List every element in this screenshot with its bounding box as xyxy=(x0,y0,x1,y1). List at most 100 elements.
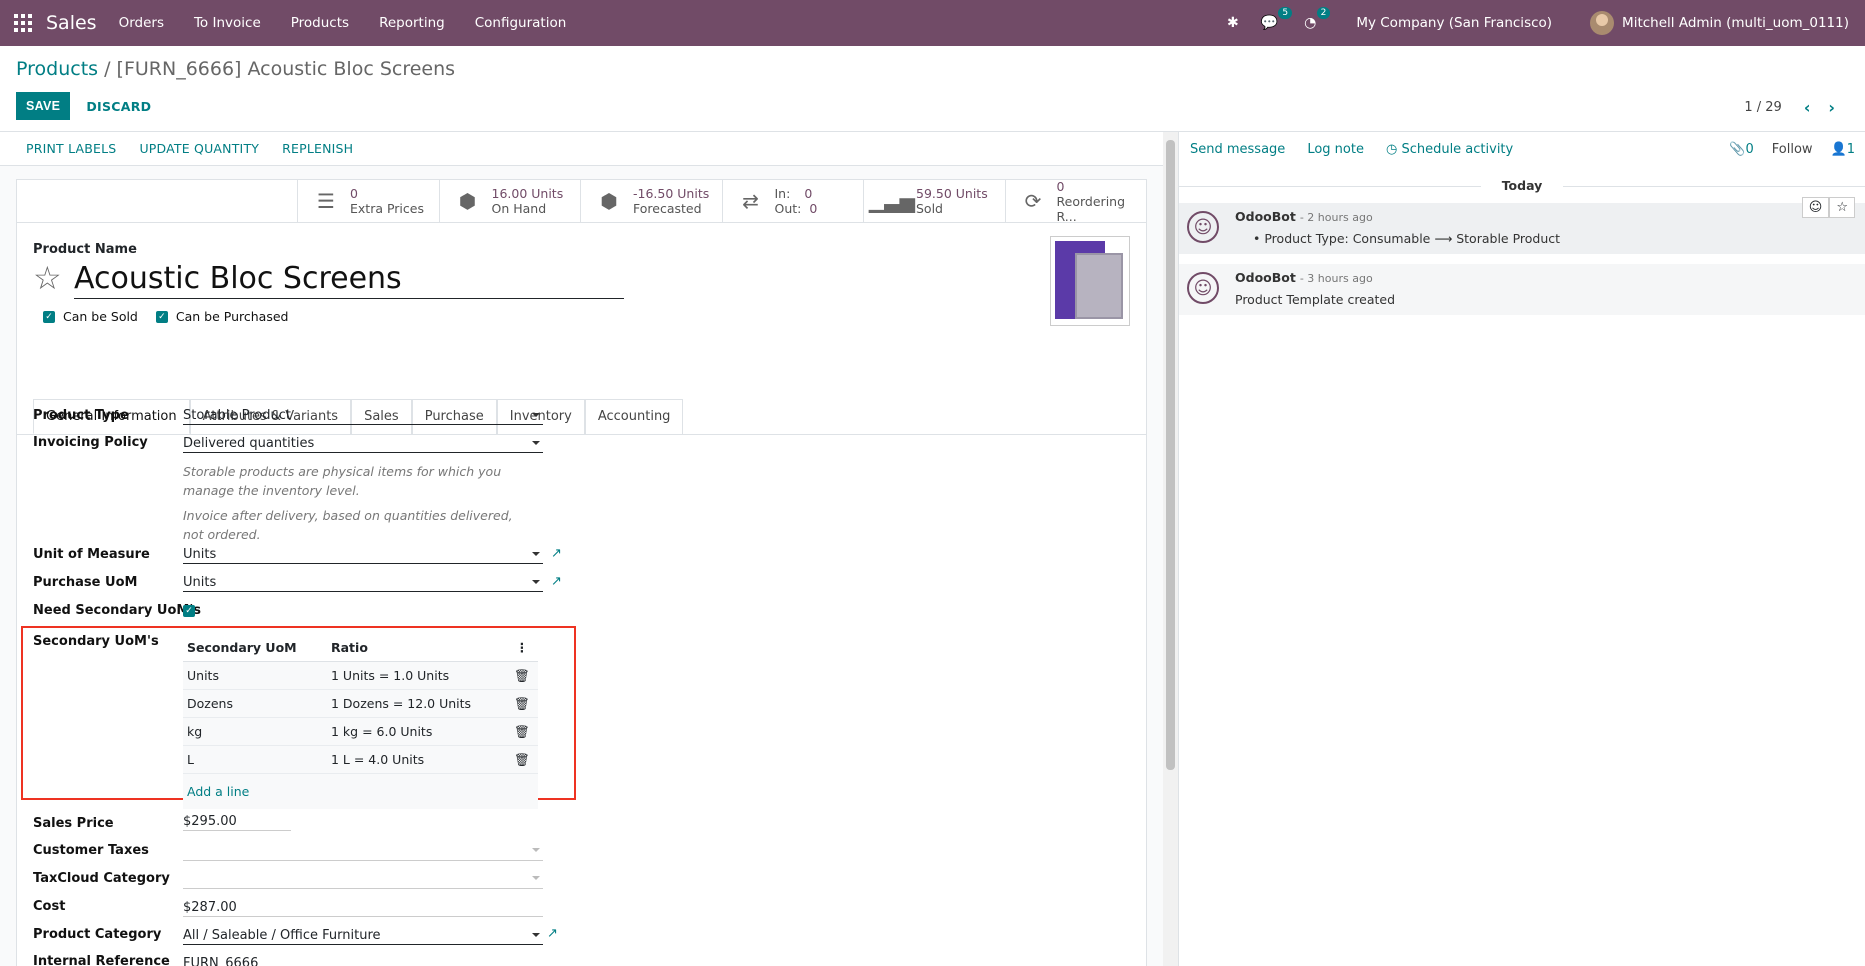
chatter-message[interactable]: ☺ OdooBot - 2 hours ago • Product Type: C… xyxy=(1179,197,1865,254)
can-be-sold-checkbox[interactable]: ✓ xyxy=(43,310,55,323)
smart-value: 0 xyxy=(809,201,818,216)
follow-button[interactable]: Follow xyxy=(1772,142,1813,157)
breadcrumb-products[interactable]: Products xyxy=(16,58,98,80)
chatter-message[interactable]: ☺ OdooBot - 3 hours ago Product Template … xyxy=(1179,264,1865,315)
message-author[interactable]: OdooBot xyxy=(1235,270,1296,285)
attachments-button[interactable]: 📎0 xyxy=(1729,142,1753,157)
update-quantity-button[interactable]: UPDATE QUANTITY xyxy=(139,141,259,156)
product-type-select[interactable]: Storable Product xyxy=(183,408,543,425)
external-link-icon[interactable]: ↗ xyxy=(551,546,562,561)
messages-icon[interactable]: 💬 5 xyxy=(1261,7,1293,31)
smart-reordering[interactable]: ⟳ 0 Reordering R... xyxy=(1004,179,1147,224)
table-row[interactable]: kg 1 kg = 6.0 Units 🗑 xyxy=(183,718,538,746)
table-row[interactable]: Dozens 1 Dozens = 12.0 Units 🗑 xyxy=(183,690,538,718)
add-line-button[interactable]: Add a line xyxy=(183,774,538,809)
trash-icon[interactable]: 🗑 xyxy=(506,668,538,684)
internal-reference-input[interactable]: FURN_6666 xyxy=(183,956,543,966)
trash-icon[interactable]: 🗑 xyxy=(506,724,538,740)
form-scrollbar[interactable] xyxy=(1163,132,1178,966)
menu-orders[interactable]: Orders xyxy=(119,15,164,31)
customer-taxes-label: Customer Taxes xyxy=(33,843,149,858)
external-link-icon[interactable]: ↗ xyxy=(547,926,558,941)
date-separator: Today xyxy=(1179,178,1865,193)
sales-price-input[interactable]: $295.00 xyxy=(183,814,291,831)
cell-uom: Dozens xyxy=(187,696,233,711)
sales-price-label: Sales Price xyxy=(33,816,114,831)
smart-label: On Hand xyxy=(491,201,547,216)
discard-button[interactable]: DISCARD xyxy=(86,99,151,114)
cell-uom: Units xyxy=(187,668,219,683)
tab-accounting[interactable]: Accounting xyxy=(584,399,684,434)
purchase-uom-select[interactable]: Units xyxy=(183,575,543,592)
log-note-button[interactable]: Log note xyxy=(1307,142,1364,157)
smart-forecasted[interactable]: ⬢ -16.50 Units Forecasted xyxy=(580,180,722,222)
message-body: Product Template created xyxy=(1235,292,1396,307)
product-type-value: Storable Product xyxy=(183,408,291,423)
menu-reporting[interactable]: Reporting xyxy=(379,15,445,31)
messages-badge: 5 xyxy=(1278,7,1293,19)
smart-in-out[interactable]: ⇄ In: 0 Out: 0 xyxy=(721,180,864,222)
pager-prev-icon[interactable]: ‹ xyxy=(1804,98,1811,117)
bug-icon[interactable]: ✱ xyxy=(1227,15,1239,31)
column-options-icon[interactable]: ⋮ xyxy=(506,640,538,655)
can-be-purchased-checkbox[interactable]: ✓ xyxy=(155,310,168,323)
column-ratio[interactable]: Ratio xyxy=(331,640,506,655)
form-statusbar: PRINT LABELS UPDATE QUANTITY REPLENISH xyxy=(0,132,1163,166)
avatar xyxy=(1590,11,1615,35)
message-author[interactable]: OdooBot xyxy=(1235,209,1296,224)
table-row[interactable]: Units 1 Units = 1.0 Units 🗑 xyxy=(183,662,538,690)
send-message-button[interactable]: Send message xyxy=(1190,142,1285,157)
secondary-uom-table: Secondary UoM Ratio ⋮ Units 1 Units = 1.0 U… xyxy=(183,634,538,809)
product-image[interactable] xyxy=(1050,236,1130,326)
invoicing-policy-select[interactable]: Delivered quantities xyxy=(183,436,543,453)
external-link-icon[interactable]: ↗ xyxy=(551,574,562,589)
activity-icon[interactable]: ◔ 2 xyxy=(1304,7,1331,31)
followers-button[interactable]: 👤1 xyxy=(1831,142,1855,157)
menu-products[interactable]: Products xyxy=(291,15,349,31)
customer-taxes-input[interactable] xyxy=(183,843,543,861)
product-name-input[interactable]: Acoustic Bloc Screens xyxy=(74,261,624,299)
caret-down-icon xyxy=(532,413,540,417)
company-switcher[interactable]: My Company (San Francisco) xyxy=(1356,15,1552,31)
user-menu[interactable]: Mitchell Admin (multi_uom_0111) xyxy=(1590,11,1849,35)
pager-next-icon[interactable]: › xyxy=(1828,98,1835,117)
replenish-button[interactable]: REPLENISH xyxy=(282,141,353,156)
product-category-label: Product Category xyxy=(33,927,162,942)
caret-down-icon xyxy=(532,552,540,556)
signal-icon: ▁▃▅ xyxy=(868,188,916,213)
smart-sold[interactable]: ▁▃▅ 59.50 Units Sold xyxy=(863,180,1005,222)
product-category-select[interactable]: All / Saleable / Office Furniture xyxy=(183,928,543,945)
taxcloud-category-input[interactable] xyxy=(183,871,543,889)
app-name[interactable]: Sales xyxy=(46,12,97,34)
menu-to-invoice[interactable]: To Invoice xyxy=(194,15,261,31)
column-secondary-uom[interactable]: Secondary UoM xyxy=(183,640,331,655)
smart-value: -16.50 Units xyxy=(633,186,710,201)
need-secondary-uom-checkbox[interactable]: ✓ xyxy=(183,605,195,617)
trash-icon[interactable]: 🗑 xyxy=(506,696,538,712)
uom-select[interactable]: Units xyxy=(183,547,543,564)
apps-menu-icon[interactable] xyxy=(14,14,32,32)
product-name-label: Product Name xyxy=(33,242,137,257)
pager-value[interactable]: 1 / 29 xyxy=(1744,100,1781,115)
pager: 1 / 29 ‹ › xyxy=(1744,98,1835,117)
table-row[interactable]: L 1 L = 4.0 Units 🗑 xyxy=(183,746,538,774)
save-button[interactable]: SAVE xyxy=(16,92,71,120)
menu-configuration[interactable]: Configuration xyxy=(475,15,567,31)
favorite-star-icon[interactable]: ☆ xyxy=(33,259,62,297)
schedule-activity-button[interactable]: ◷ Schedule activity xyxy=(1386,142,1513,157)
form-buttons: SAVE DISCARD xyxy=(16,92,151,120)
print-labels-button[interactable]: PRINT LABELS xyxy=(26,141,116,156)
trash-icon[interactable]: 🗑 xyxy=(506,752,538,768)
smart-extra-prices[interactable]: ☰ 0 Extra Prices xyxy=(297,180,439,222)
top-navbar: Sales Orders To Invoice Products Reporti… xyxy=(0,0,1865,46)
smart-value: 0 xyxy=(350,186,358,201)
smart-on-hand[interactable]: ⬢ 16.00 Units On Hand xyxy=(438,180,581,222)
caret-down-icon xyxy=(532,933,540,937)
purchase-uom-label: Purchase UoM xyxy=(33,575,138,590)
star-icon[interactable]: ☆ xyxy=(1829,197,1855,218)
scrollbar-thumb[interactable] xyxy=(1166,140,1175,770)
emoji-icon[interactable]: ☺ xyxy=(1801,197,1830,218)
sale-purchase-checks: ✓ Can be Sold ✓ Can be Purchased xyxy=(43,309,306,324)
cost-input[interactable]: $287.00 xyxy=(183,900,543,917)
breadcrumb: Products / [FURN_6666] Acoustic Bloc Scr… xyxy=(16,58,456,80)
